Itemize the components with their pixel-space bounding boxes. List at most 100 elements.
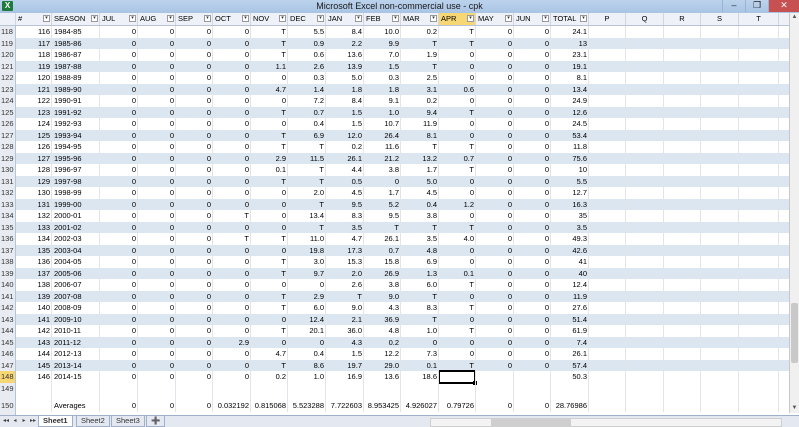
row-number[interactable]: 136 — [0, 233, 16, 245]
cell[interactable]: 49.3 — [551, 233, 589, 245]
cell[interactable]: 0 — [514, 26, 551, 38]
cell[interactable]: 0 — [100, 337, 138, 349]
cell[interactable]: 3.8 — [401, 210, 439, 222]
cell[interactable]: 51.4 — [551, 314, 589, 326]
cell[interactable]: 1985-86 — [52, 38, 100, 50]
cell[interactable]: 0 — [138, 49, 176, 61]
row-number[interactable]: 130 — [0, 164, 16, 176]
cell[interactable]: 0 — [176, 118, 213, 130]
filter-dropdown-icon[interactable]: ▾ — [505, 15, 512, 22]
cell[interactable]: T — [251, 107, 288, 119]
cell[interactable]: T — [439, 325, 476, 337]
cell[interactable]: 0 — [176, 61, 213, 73]
cell[interactable]: 0 — [514, 107, 551, 119]
row-number[interactable]: 121 — [0, 60, 16, 72]
cell[interactable]: T — [288, 164, 326, 176]
cell[interactable]: 0 — [176, 360, 213, 372]
cell[interactable]: 0.1 — [251, 164, 288, 176]
cell[interactable]: 2005-06 — [52, 268, 100, 280]
cell[interactable]: 19.1 — [551, 61, 589, 73]
column-header-oct[interactable]: OCT ▾ — [213, 13, 251, 25]
cell[interactable]: 135 — [16, 245, 52, 257]
cell[interactable]: 4.7 — [251, 84, 288, 96]
cell[interactable]: 0 — [476, 164, 514, 176]
cell[interactable]: 2014-15 — [52, 371, 100, 383]
cell[interactable]: 0 — [514, 84, 551, 96]
cell[interactable] — [514, 371, 551, 383]
cell[interactable]: 0 — [100, 187, 138, 199]
cell[interactable]: 0 — [439, 176, 476, 188]
first-sheet-icon[interactable]: ◂◂ — [2, 416, 10, 427]
cell[interactable]: 2.0 — [288, 187, 326, 199]
cell[interactable]: 10.0 — [364, 26, 401, 38]
cell[interactable]: 0 — [138, 360, 176, 372]
cell[interactable]: 0 — [138, 291, 176, 303]
cell[interactable]: 146 — [16, 371, 52, 383]
cell[interactable]: 1.5 — [326, 107, 364, 119]
cell[interactable]: 0 — [176, 268, 213, 280]
cell[interactable]: 7.3 — [401, 348, 439, 360]
cell[interactable]: 0 — [213, 360, 251, 372]
row-number[interactable]: 139 — [0, 267, 16, 279]
column-header-mar[interactable]: MAR ▾ — [401, 13, 439, 25]
cell[interactable]: 0 — [100, 256, 138, 268]
row-number[interactable]: 123 — [0, 83, 16, 95]
cell[interactable]: 0 — [439, 187, 476, 199]
cell[interactable]: T — [251, 256, 288, 268]
cell[interactable]: 9.4 — [401, 107, 439, 119]
cell[interactable]: 132 — [16, 210, 52, 222]
cell[interactable]: 0 — [439, 130, 476, 142]
cell[interactable]: 1995-96 — [52, 153, 100, 165]
cell[interactable]: 1.5 — [326, 348, 364, 360]
cell[interactable]: 0 — [476, 72, 514, 84]
filter-dropdown-icon[interactable]: ▾ — [317, 15, 324, 22]
cell[interactable]: 4.926027 — [401, 394, 439, 417]
filter-dropdown-icon[interactable]: ▾ — [279, 15, 286, 22]
column-header-q[interactable]: Q — [626, 13, 664, 25]
cell[interactable]: 1.8 — [326, 84, 364, 96]
cell[interactable]: 0 — [476, 141, 514, 153]
cell[interactable]: 0 — [476, 337, 514, 349]
minimize-button[interactable]: – — [722, 0, 745, 12]
cell[interactable]: 2012-13 — [52, 348, 100, 360]
cell[interactable]: 0.6 — [288, 49, 326, 61]
cell[interactable]: 8.4 — [326, 95, 364, 107]
cell[interactable]: 0 — [439, 245, 476, 257]
cell[interactable]: 13.4 — [551, 84, 589, 96]
cell[interactable]: 0 — [514, 72, 551, 84]
cell[interactable]: 23.1 — [551, 49, 589, 61]
cell[interactable]: 75.6 — [551, 153, 589, 165]
cell[interactable]: 142 — [16, 325, 52, 337]
cell[interactable]: 1.2 — [439, 199, 476, 211]
cell[interactable]: 1990-91 — [52, 95, 100, 107]
column-header-jun[interactable]: JUN ▾ — [514, 13, 551, 25]
cell[interactable]: 20.1 — [288, 325, 326, 337]
cell[interactable]: 0 — [100, 199, 138, 211]
row-number[interactable]: 127 — [0, 129, 16, 141]
row-number[interactable]: 145 — [0, 336, 16, 348]
cell[interactable]: T — [326, 291, 364, 303]
cell[interactable]: 13 — [551, 38, 589, 50]
row-number[interactable]: 118 — [0, 26, 16, 38]
cell[interactable]: 122 — [16, 95, 52, 107]
cell[interactable]: 26.1 — [551, 348, 589, 360]
cell[interactable]: 0 — [138, 72, 176, 84]
new-sheet-icon[interactable]: ➕ — [146, 416, 166, 427]
cell[interactable]: 0 — [514, 49, 551, 61]
cell[interactable]: 0 — [100, 245, 138, 257]
cell[interactable]: T — [401, 38, 439, 50]
cell[interactable]: 0 — [476, 291, 514, 303]
cell[interactable]: 0 — [176, 348, 213, 360]
cell[interactable]: 9.0 — [364, 291, 401, 303]
cell[interactable]: 0 — [213, 38, 251, 50]
cell[interactable]: 24.5 — [551, 118, 589, 130]
cell[interactable]: 0 — [100, 72, 138, 84]
cell[interactable]: T — [288, 176, 326, 188]
cell[interactable]: 0 — [100, 210, 138, 222]
row-number[interactable]: 128 — [0, 141, 16, 153]
cell[interactable]: 0 — [138, 130, 176, 142]
cell[interactable]: 2.9 — [251, 153, 288, 165]
cell[interactable]: 144 — [16, 348, 52, 360]
cell[interactable]: 10 — [551, 164, 589, 176]
cell[interactable]: 0 — [476, 199, 514, 211]
